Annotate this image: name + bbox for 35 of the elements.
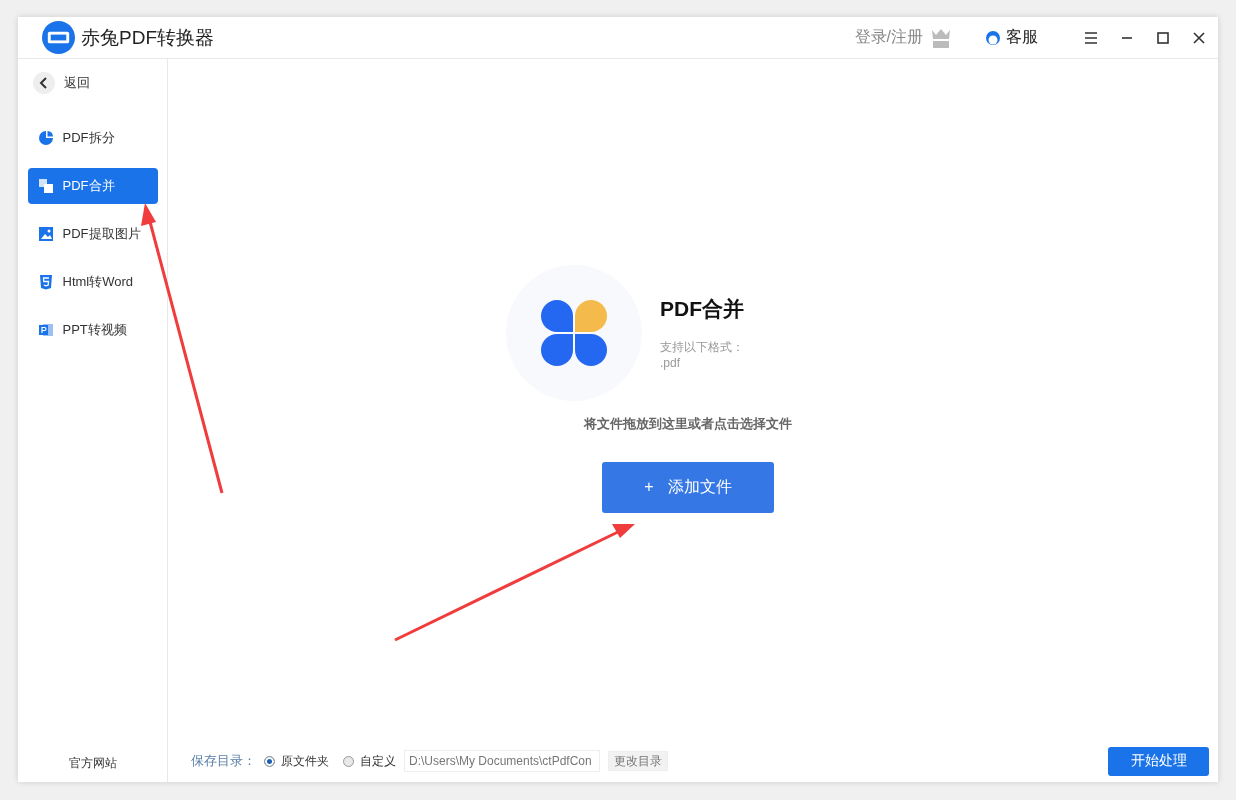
sidebar-item[interactable]: PDF提取图片 bbox=[27, 216, 158, 252]
pie-chart-icon bbox=[37, 130, 54, 146]
radio-button[interactable] bbox=[264, 755, 275, 767]
start-button[interactable]: 开始处理 bbox=[1108, 746, 1209, 776]
tool-title: PDF合并 bbox=[660, 296, 745, 322]
image-icon bbox=[37, 226, 54, 242]
save-folder-label: 保存目录： bbox=[191, 752, 256, 770]
sidebar-item[interactable]: PDF拆分 bbox=[27, 120, 158, 156]
back-link[interactable]: 返回 bbox=[63, 74, 90, 92]
change-folder-button[interactable]: 更改目录 bbox=[608, 751, 668, 771]
sidebar-item[interactable]: PPT转视频 bbox=[27, 312, 158, 348]
path-field[interactable]: D:\Users\My Documents\ctPdfCon bbox=[404, 750, 600, 772]
overlapping-squares-icon bbox=[37, 178, 54, 194]
html5-icon bbox=[37, 274, 54, 290]
formats-label: 支持以下格式： bbox=[660, 339, 745, 355]
radio-option[interactable]: 自定义 bbox=[343, 752, 396, 770]
four-petal-logo-icon bbox=[541, 300, 607, 366]
official-site-link[interactable]: 官方网站 bbox=[68, 755, 117, 772]
formats-list: .pdf bbox=[660, 355, 760, 371]
window-title: 赤兔PDF转换器 bbox=[81, 25, 214, 50]
close-icon[interactable] bbox=[1192, 30, 1206, 45]
radio-button[interactable] bbox=[343, 755, 354, 767]
customer-service-link[interactable]: 客服 bbox=[1006, 27, 1038, 48]
back-icon[interactable] bbox=[32, 72, 55, 94]
presentation-file-icon bbox=[37, 322, 54, 338]
menu-icon[interactable] bbox=[1084, 30, 1098, 45]
maximize-icon[interactable] bbox=[1156, 30, 1170, 45]
app-logo-icon bbox=[42, 21, 75, 54]
login-link[interactable]: 登录/注册 bbox=[854, 27, 923, 48]
sidebar-item[interactable]: Html转Word bbox=[27, 264, 158, 300]
add-file-button[interactable]: + 添加文件 bbox=[602, 462, 774, 513]
sidebar-item[interactable]: PDF合并 bbox=[27, 168, 158, 204]
support-avatar-icon[interactable] bbox=[985, 29, 1001, 46]
radio-option[interactable]: 原文件夹 bbox=[264, 752, 329, 770]
drop-hint: 将文件拖放到这里或者点击选择文件 bbox=[583, 415, 792, 433]
